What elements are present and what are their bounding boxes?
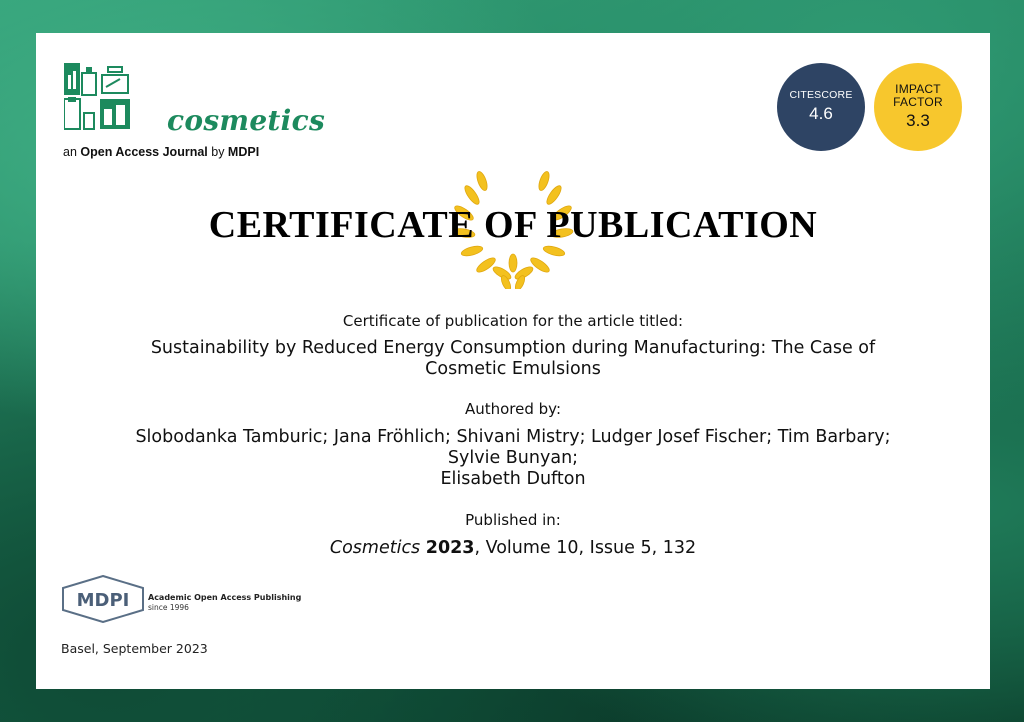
certificate-card: cosmetics an Open Access Journal by MDPI… [36,33,990,689]
certificate-title: CERTIFICATE OF PUBLICATION [208,204,818,246]
citation-year: 2023 [425,538,475,558]
journal-logo: cosmetics [64,63,325,135]
impact-label-line2: FACTOR [893,95,943,109]
citescore-value: 4.6 [809,103,833,123]
cosmetics-logo-icon [64,63,130,130]
citescore-badge: CITESCORE 4.6 [777,63,865,151]
authors-line3: Elisabeth Dufton [440,469,586,489]
article-title-line2: Cosmetic Emulsions [425,359,601,379]
mdpi-logo-text: MDPI [77,590,130,611]
article-title: Sustainability by Reduced Energy Consump… [36,338,990,380]
citation: Cosmetics 2023, Volume 10, Issue 5, 132 [36,538,990,559]
authors-list: Slobodanka Tamburic; Jana Fröhlich; Shiv… [36,427,990,490]
published-in-label: Published in: [465,511,561,529]
mdpi-since: since 1996 [148,603,189,612]
mdpi-tagline: Academic Open Access Publishing since 19… [148,593,301,612]
tagline-open-access: Open Access Journal [80,145,208,159]
place-date: Basel, September 2023 [61,641,208,656]
journal-name: cosmetics [167,104,326,137]
authors-line2: Sylvie Bunyan; [447,448,579,468]
journal-tagline: an Open Access Journal by MDPI [63,145,259,159]
citescore-label: CITESCORE [789,89,853,102]
tagline-by: by [207,145,228,159]
impact-factor-badge: IMPACT FACTOR 3.3 [874,63,962,151]
article-intro: Certificate of publication for the artic… [342,312,684,330]
tagline-publisher: MDPI [227,145,260,159]
impact-value: 3.3 [906,110,930,130]
authored-by-label: Authored by: [464,400,562,418]
mdpi-logo-icon: MDPI [62,575,144,623]
mdpi-tagline-main: Academic Open Access Publishing [148,593,302,602]
tagline-prefix: an [63,145,81,159]
article-title-line1: Sustainability by Reduced Energy Consump… [150,338,876,358]
authors-line1: Slobodanka Tamburic; Jana Fröhlich; Shiv… [135,427,891,447]
citation-details: , Volume 10, Issue 5, 132 [474,538,697,558]
citation-journal: Cosmetics [329,538,421,558]
